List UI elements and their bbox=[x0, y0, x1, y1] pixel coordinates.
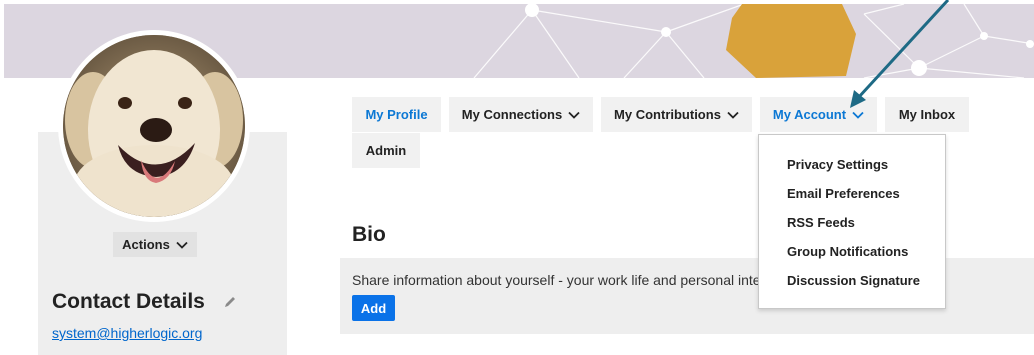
tab-admin[interactable]: Admin bbox=[352, 133, 420, 168]
actions-label: Actions bbox=[122, 237, 170, 252]
tab-label: My Connections bbox=[461, 107, 563, 122]
menu-item-discussion-signature[interactable]: Discussion Signature bbox=[787, 273, 920, 288]
menu-item-email-preferences[interactable]: Email Preferences bbox=[787, 186, 900, 201]
avatar[interactable] bbox=[58, 30, 250, 222]
chevron-down-icon bbox=[568, 111, 580, 119]
tab-label: My Account bbox=[772, 107, 847, 122]
tab-my-connections[interactable]: My Connections bbox=[449, 97, 593, 132]
contact-email-link[interactable]: system@higherlogic.org bbox=[52, 325, 202, 341]
actions-dropdown-button[interactable]: Actions bbox=[113, 232, 197, 257]
chevron-down-icon bbox=[727, 111, 739, 119]
menu-item-privacy-settings[interactable]: Privacy Settings bbox=[787, 157, 888, 172]
tab-label: Admin bbox=[365, 143, 407, 158]
chevron-down-icon bbox=[176, 241, 188, 249]
tab-label: My Profile bbox=[365, 107, 428, 122]
add-bio-button[interactable]: Add bbox=[352, 295, 395, 321]
menu-item-rss-feeds[interactable]: RSS Feeds bbox=[787, 215, 855, 230]
tab-my-contributions[interactable]: My Contributions bbox=[601, 97, 752, 132]
dog-photo-icon bbox=[63, 35, 245, 217]
annotation-arrow-icon bbox=[850, 0, 950, 108]
bio-prompt-text: Share information about yourself - your … bbox=[352, 272, 795, 288]
my-account-dropdown-menu: Privacy Settings Email Preferences RSS F… bbox=[758, 134, 946, 309]
menu-item-group-notifications[interactable]: Group Notifications bbox=[787, 244, 908, 259]
contact-details-heading: Contact Details bbox=[52, 290, 205, 313]
tab-label: My Contributions bbox=[614, 107, 721, 122]
pencil-icon[interactable] bbox=[220, 292, 240, 312]
avatar-photo bbox=[63, 35, 245, 217]
bio-heading: Bio bbox=[352, 223, 386, 246]
tab-my-profile[interactable]: My Profile bbox=[352, 97, 441, 132]
